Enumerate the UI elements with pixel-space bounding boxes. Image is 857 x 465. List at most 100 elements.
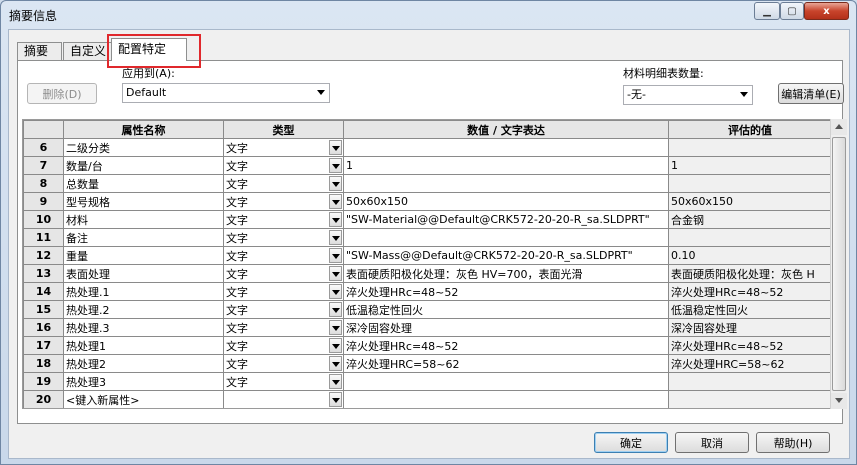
tab-summary[interactable]: 摘要 <box>17 42 62 60</box>
header-evaluated-value[interactable]: 评估的值 <box>668 120 832 139</box>
table-row[interactable]: 19 热处理3 文字 <box>23 372 832 391</box>
property-name-cell[interactable]: 重量 <box>63 246 224 265</box>
table-row[interactable]: 8 总数量 文字 <box>23 174 832 193</box>
type-dropdown-icon[interactable] <box>329 230 342 245</box>
value-expression-cell[interactable]: "SW-Material@@Default@CRK572-20-20-R_sa.… <box>343 210 669 229</box>
type-dropdown-icon[interactable] <box>329 194 342 209</box>
value-expression-cell[interactable]: 深冷固容处理 <box>343 318 669 337</box>
type-cell[interactable]: 文字 <box>223 138 344 157</box>
type-cell[interactable]: 文字 <box>223 156 344 175</box>
ok-button[interactable]: 确定 <box>594 432 668 453</box>
value-expression-cell[interactable] <box>343 372 669 391</box>
type-cell[interactable]: 文字 <box>223 228 344 247</box>
edit-list-button[interactable]: 编辑清单(E) <box>778 83 844 104</box>
close-button[interactable]: x <box>804 2 849 20</box>
type-dropdown-icon[interactable] <box>329 302 342 317</box>
type-cell[interactable]: 文字 <box>223 318 344 337</box>
value-expression-cell[interactable]: "SW-Mass@@Default@CRK572-20-20-R_sa.SLDP… <box>343 246 669 265</box>
property-name-cell[interactable]: 热处理.2 <box>63 300 224 319</box>
table-row[interactable]: 16 热处理.3 文字 深冷固容处理 深冷固容处理 <box>23 318 832 337</box>
value-expression-cell[interactable]: 淬火处理HRc=48~52 <box>343 336 669 355</box>
type-dropdown-icon[interactable] <box>329 266 342 281</box>
value-expression-cell[interactable] <box>343 138 669 157</box>
type-dropdown-icon[interactable] <box>329 248 342 263</box>
type-cell[interactable] <box>223 390 344 408</box>
property-name-cell[interactable]: 表面处理 <box>63 264 224 283</box>
type-cell[interactable]: 文字 <box>223 192 344 211</box>
value-expression-cell[interactable] <box>343 228 669 247</box>
scroll-up-arrow-icon[interactable] <box>831 119 847 135</box>
property-name-cell[interactable]: 热处理2 <box>63 354 224 373</box>
type-dropdown-icon[interactable] <box>329 356 342 371</box>
value-expression-cell[interactable]: 淬火处理HRc=48~52 <box>343 282 669 301</box>
table-row[interactable]: 6 二级分类 文字 <box>23 138 832 157</box>
cancel-button[interactable]: 取消 <box>675 432 749 453</box>
type-dropdown-icon[interactable] <box>329 338 342 353</box>
maximize-button[interactable]: ▢ <box>780 2 804 20</box>
property-name-cell[interactable]: 热处理.1 <box>63 282 224 301</box>
type-dropdown-icon[interactable] <box>329 212 342 227</box>
grid-vertical-scrollbar[interactable] <box>830 119 847 409</box>
corner-header[interactable] <box>23 120 64 139</box>
type-cell[interactable]: 文字 <box>223 264 344 283</box>
delete-button[interactable]: 删除(D) <box>27 83 97 104</box>
type-cell[interactable]: 文字 <box>223 372 344 391</box>
header-value-expression[interactable]: 数值 / 文字表达 <box>343 120 669 139</box>
grid-header-row: 属性名称 类型 数值 / 文字表达 评估的值 <box>23 120 832 139</box>
property-name-cell[interactable]: 热处理.3 <box>63 318 224 337</box>
scroll-down-arrow-icon[interactable] <box>831 393 847 409</box>
value-expression-cell[interactable] <box>343 174 669 193</box>
type-dropdown-icon[interactable] <box>329 158 342 173</box>
property-name-cell[interactable]: 二级分类 <box>63 138 224 157</box>
value-expression-cell[interactable]: 低温稳定性回火 <box>343 300 669 319</box>
type-cell[interactable]: 文字 <box>223 246 344 265</box>
scrollbar-thumb[interactable] <box>832 137 846 391</box>
header-property-name[interactable]: 属性名称 <box>63 120 224 139</box>
table-row[interactable]: 18 热处理2 文字 淬火处理HRC=58~62 淬火处理HRC=58~62 <box>23 354 832 373</box>
type-cell[interactable]: 文字 <box>223 336 344 355</box>
type-cell[interactable]: 文字 <box>223 210 344 229</box>
property-name-cell[interactable]: 材料 <box>63 210 224 229</box>
minimize-button[interactable]: ▁ <box>754 2 780 20</box>
table-row[interactable]: 13 表面处理 文字 表面硬质阳极化处理：灰色 HV=700，表面光滑 表面硬质阳极化处… <box>23 264 832 283</box>
property-name-cell[interactable]: 备注 <box>63 228 224 247</box>
type-cell[interactable]: 文字 <box>223 300 344 319</box>
value-expression-cell[interactable]: 表面硬质阳极化处理：灰色 HV=700，表面光滑 <box>343 264 669 283</box>
table-row[interactable]: 17 热处理1 文字 淬火处理HRc=48~52 淬火处理HRc=48~52 <box>23 336 832 355</box>
help-button[interactable]: 帮助(H) <box>756 432 830 453</box>
table-row[interactable]: 15 热处理.2 文字 低温稳定性回火 低温稳定性回火 <box>23 300 832 319</box>
table-row[interactable]: 11 备注 文字 <box>23 228 832 247</box>
value-expression-cell[interactable]: 淬火处理HRC=58~62 <box>343 354 669 373</box>
apply-to-combo[interactable]: Default <box>122 83 330 103</box>
value-expression-cell[interactable] <box>343 390 669 408</box>
table-row[interactable]: 9 型号规格 文字 50x60x150 50x60x150 <box>23 192 832 211</box>
tab-configuration-specific[interactable]: 配置特定 <box>111 38 187 61</box>
row-number-text: 16 <box>35 321 52 334</box>
property-name-cell[interactable]: 热处理3 <box>63 372 224 391</box>
table-row[interactable]: 10 材料 文字 "SW-Material@@Default@CRK572-20-20… <box>23 210 832 229</box>
table-row[interactable]: 12 重量 文字 "SW-Mass@@Default@CRK572-20-20-R_s… <box>23 246 832 265</box>
property-name-cell[interactable]: 数量/台 <box>63 156 224 175</box>
table-row[interactable]: 7 数量/台 文字 1 1 <box>23 156 832 175</box>
type-cell[interactable]: 文字 <box>223 174 344 193</box>
type-dropdown-icon[interactable] <box>329 320 342 335</box>
type-dropdown-icon[interactable] <box>329 284 342 299</box>
property-name-cell[interactable]: 型号规格 <box>63 192 224 211</box>
property-name-cell[interactable]: <键入新属性> <box>63 390 224 408</box>
type-cell[interactable]: 文字 <box>223 354 344 373</box>
property-name-cell[interactable]: 热处理1 <box>63 336 224 355</box>
type-cell[interactable]: 文字 <box>223 282 344 301</box>
type-dropdown-icon[interactable] <box>329 140 342 155</box>
value-expression-cell[interactable]: 50x60x150 <box>343 192 669 211</box>
tab-custom[interactable]: 自定义 <box>63 42 113 60</box>
type-dropdown-icon[interactable] <box>329 176 342 191</box>
table-row[interactable]: 20 <键入新属性> <box>23 390 832 408</box>
table-row[interactable]: 14 热处理.1 文字 淬火处理HRc=48~52 淬火处理HRc=48~52 <box>23 282 832 301</box>
type-dropdown-icon[interactable] <box>329 374 342 389</box>
header-type[interactable]: 类型 <box>223 120 344 139</box>
bom-qty-combo[interactable]: -无- <box>623 85 753 105</box>
value-expression-cell[interactable]: 1 <box>343 156 669 175</box>
property-name-cell[interactable]: 总数量 <box>63 174 224 193</box>
type-dropdown-icon[interactable] <box>329 392 342 407</box>
title-bar[interactable]: 摘要信息 ▁ ▢ x <box>1 1 856 29</box>
